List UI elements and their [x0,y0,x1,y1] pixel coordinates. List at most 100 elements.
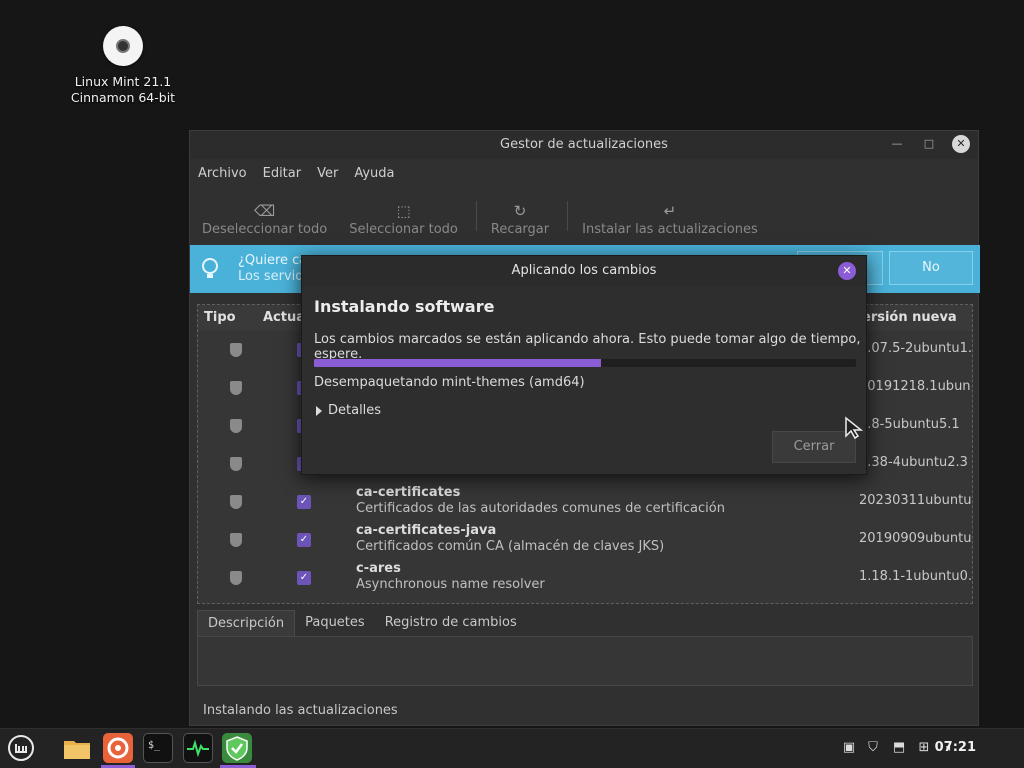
details-label: Detalles [328,403,382,418]
table-row[interactable]: ✓ ca-certificates Certificados de las au… [198,483,973,521]
progress-status: Desempaquetando mint-themes (amd64) [314,375,585,390]
package-version: 2.07.5-2ubuntu1. [859,341,973,356]
table-row[interactable]: ✓ c-ares Asynchronous name resolver 1.18… [198,559,973,597]
notifications-icon[interactable]: ▣ [841,740,857,756]
package-version: 1.38-4ubuntu2.3 [859,455,968,470]
close-icon[interactable]: ✕ [952,135,970,153]
update-checkbox[interactable]: ✓ [297,495,311,509]
menubar: Archivo Editar Ver Ayuda [190,159,978,187]
package-version: 1.18.1-1ubuntu0.2 [859,569,973,584]
status-text: Instalando las actualizaciones [203,703,398,718]
progress-fill [314,359,602,367]
reload-button[interactable]: ↻ Recargar [487,200,553,237]
menu-ayuda[interactable]: Ayuda [354,166,402,181]
mouse-cursor-icon [844,416,864,444]
package-name: c-ares [356,561,401,576]
update-checkbox[interactable]: ✓ [297,571,311,585]
mint-logo-icon [8,735,34,761]
desktop-icon-label-line1: Linux Mint 21.1 [74,74,172,89]
package-description: Certificados común CA (almacén de claves… [356,539,665,554]
system-monitor-launcher[interactable] [183,733,213,763]
files-launcher[interactable] [62,733,92,763]
toolbar-separator [475,201,477,231]
desktop-icon-computer[interactable]: Linux Mint 21.1 Cinnamon 64-bit [64,26,182,106]
mint-menu-button[interactable] [6,733,36,763]
tab-description[interactable]: Descripción [197,610,296,636]
maximize-icon[interactable]: □ [920,135,938,153]
enter-icon: ↵ [663,202,677,220]
package-version: 20230311ubuntu0 [859,493,973,508]
package-description: Certificados de las autoridades comunes … [356,501,725,516]
tab-changelog[interactable]: Registro de cambios [375,610,527,636]
clear-icon: ⌫ [253,202,276,220]
package-version: 20191218.1ubun [859,379,971,394]
shield-check-icon [226,736,248,761]
update-manager-task[interactable] [222,733,252,763]
lightbulb-icon [200,257,220,281]
package-description: Asynchronous name resolver [356,577,545,592]
menu-editar[interactable]: Editar [263,166,310,181]
install-updates-button[interactable]: ↵ Instalar las actualizaciones [578,200,762,237]
tab-content [197,636,973,686]
shield-icon [230,457,242,471]
details-tabs: Descripción Paquetes Registro de cambios [197,610,973,686]
terminal-launcher[interactable]: $_ [143,733,173,763]
update-checkbox[interactable]: ✓ [297,533,311,547]
column-header-type[interactable]: Tipo [204,310,236,325]
taskbar: $_ ▣ ⛉ ⬒ ⊞ 🔈︎ 07:21 [0,728,1024,768]
deselect-all-label: Deseleccionar todo [202,222,328,237]
dialog-titlebar[interactable]: Aplicando los cambios ✕ [302,256,866,286]
window-title: Gestor de actualizaciones [500,137,668,152]
progress-bar [314,359,856,367]
package-name: ca-certificates-java [356,523,497,538]
info-bar-no-button[interactable]: No [889,251,973,285]
minimize-icon[interactable]: — [888,135,906,153]
package-name: ca-certificates [356,485,461,500]
reload-icon: ↻ [513,202,527,220]
folder-icon [64,741,90,759]
reload-label: Recargar [490,222,550,237]
toolbar-separator [567,201,569,231]
toolbar: ⌫ Deseleccionar todo ⬚ Seleccionar todo … [190,187,978,241]
package-version: 1.8-5ubuntu5.1 [859,417,960,432]
clock[interactable]: 07:21 [935,740,976,755]
package-version: 20190909ubuntu1 [859,531,973,546]
shield-icon [230,495,242,509]
shield-icon [230,419,242,433]
details-expander[interactable]: Detalles [316,403,381,418]
install-updates-label: Instalar las actualizaciones [582,222,758,237]
terminal-icon: $_ [148,740,161,751]
shield-tray-icon[interactable]: ⛉ [865,740,881,756]
svg-text:$_: $_ [148,740,161,751]
column-header-new-version[interactable]: ersión nueva [862,310,957,325]
deselect-all-button[interactable]: ⌫ Deseleccionar todo [198,200,331,237]
tab-packages[interactable]: Paquetes [295,610,375,636]
activity-icon [187,739,209,758]
firefox-launcher[interactable] [103,733,133,763]
applying-changes-dialog: Aplicando los cambios ✕ Instalando softw… [301,255,867,475]
menu-archivo[interactable]: Archivo [198,166,255,181]
disc-icon [103,26,143,66]
shield-icon [230,533,242,547]
shield-icon [230,343,242,357]
show-desktop-button[interactable] [1002,740,1012,756]
firefox-icon [107,737,129,759]
desktop-icon-label-line2: Cinnamon 64-bit [70,90,176,105]
info-bar-text-line2: Los servid [238,269,304,284]
shield-icon [230,381,242,395]
dialog-message: Los cambios marcados se están aplicando … [314,332,861,362]
close-icon[interactable]: ✕ [838,262,856,280]
shield-icon [230,571,242,585]
info-bar-text-line1: ¿Quiere ca [238,253,308,268]
table-row[interactable]: ✓ ca-certificates-java Certificados comú… [198,521,973,559]
expander-arrow-icon [316,405,322,416]
window-titlebar[interactable]: Gestor de actualizaciones — □ ✕ [190,131,978,159]
select-all-label: Seleccionar todo [349,222,458,237]
network-icon[interactable]: ⊞ [916,740,932,756]
select-all-button[interactable]: ⬚ Seleccionar todo [345,200,462,237]
update-tray-icon[interactable]: ⬒ [891,740,907,756]
menu-ver[interactable]: Ver [317,166,346,181]
dialog-title: Aplicando los cambios [511,263,657,278]
select-all-icon: ⬚ [396,202,411,220]
dialog-heading: Instalando software [314,297,495,316]
